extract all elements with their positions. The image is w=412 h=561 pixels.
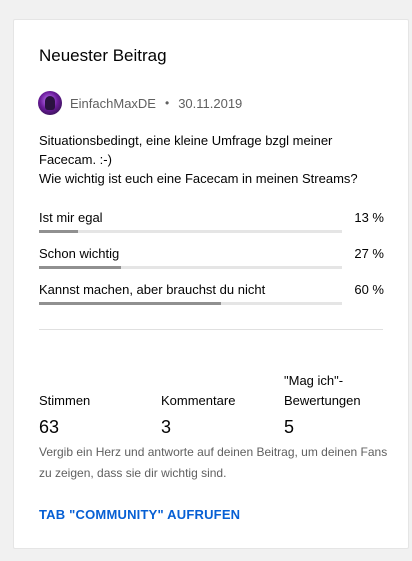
post-text-line: Situationsbedingt, eine kleine Umfrage b… (39, 133, 333, 148)
stat-likes-label: "Mag ich"-Bewertungen (284, 373, 361, 408)
stat-comments: Kommentare 3 (161, 361, 271, 443)
post-text-line: Facecam. :-) (39, 152, 112, 167)
poll-bar-fill (39, 302, 221, 305)
poll-option-label: Schon wichtig (39, 246, 120, 261)
post-text: Situationsbedingt, eine kleine Umfrage b… (39, 131, 379, 188)
poll-bar-fill (39, 266, 121, 269)
poll-option-2: Schon wichtig 27 % (39, 246, 384, 282)
poll-option-label: Kannst machen, aber brauchst du nicht (39, 282, 266, 297)
poll-bar-track (39, 230, 342, 233)
poll-option-percent: 60 % (354, 282, 384, 297)
card-title: Neuester Beitrag (39, 46, 167, 65)
stat-votes: Stimmen 63 (39, 361, 149, 443)
latest-post-card: Neuester Beitrag EinfachMaxDE • 30.11.20… (13, 19, 409, 549)
stat-votes-label: Stimmen (39, 393, 91, 408)
post-text-line: Wie wichtig ist euch eine Facecam in mei… (39, 171, 358, 186)
poll-bar-track (39, 302, 342, 305)
engagement-note: Vergib ein Herz und antworte auf deinen … (39, 445, 388, 480)
stat-votes-value: 63 (39, 417, 60, 437)
stat-likes-value: 5 (284, 417, 295, 437)
stats-row: Stimmen 63 Kommentare 3 "Mag ich"-Bewert… (39, 353, 384, 443)
poll-option-1: Ist mir egal 13 % (39, 210, 384, 246)
author-row: EinfachMaxDE • 30.11.2019 (38, 91, 242, 115)
poll-bar-track (39, 266, 342, 269)
separator-dot: • (164, 96, 170, 110)
community-tab-link[interactable]: TAB "COMMUNITY" AUFRUFEN (39, 507, 240, 522)
author-name[interactable]: EinfachMaxDE (70, 96, 156, 111)
poll-bar-fill (39, 230, 79, 233)
poll-option-percent: 27 % (354, 246, 384, 261)
stat-likes: "Mag ich"-Bewertungen 5 (284, 361, 379, 443)
poll-option-percent: 13 % (354, 210, 384, 225)
avatar[interactable] (38, 91, 62, 115)
post-date: 30.11.2019 (178, 95, 243, 111)
poll-option-label: Ist mir egal (39, 210, 103, 225)
stat-comments-value: 3 (161, 417, 172, 437)
divider (39, 329, 383, 330)
poll-option-3: Kannst machen, aber brauchst du nicht 60… (39, 282, 384, 318)
stat-comments-label: Kommentare (161, 393, 236, 408)
